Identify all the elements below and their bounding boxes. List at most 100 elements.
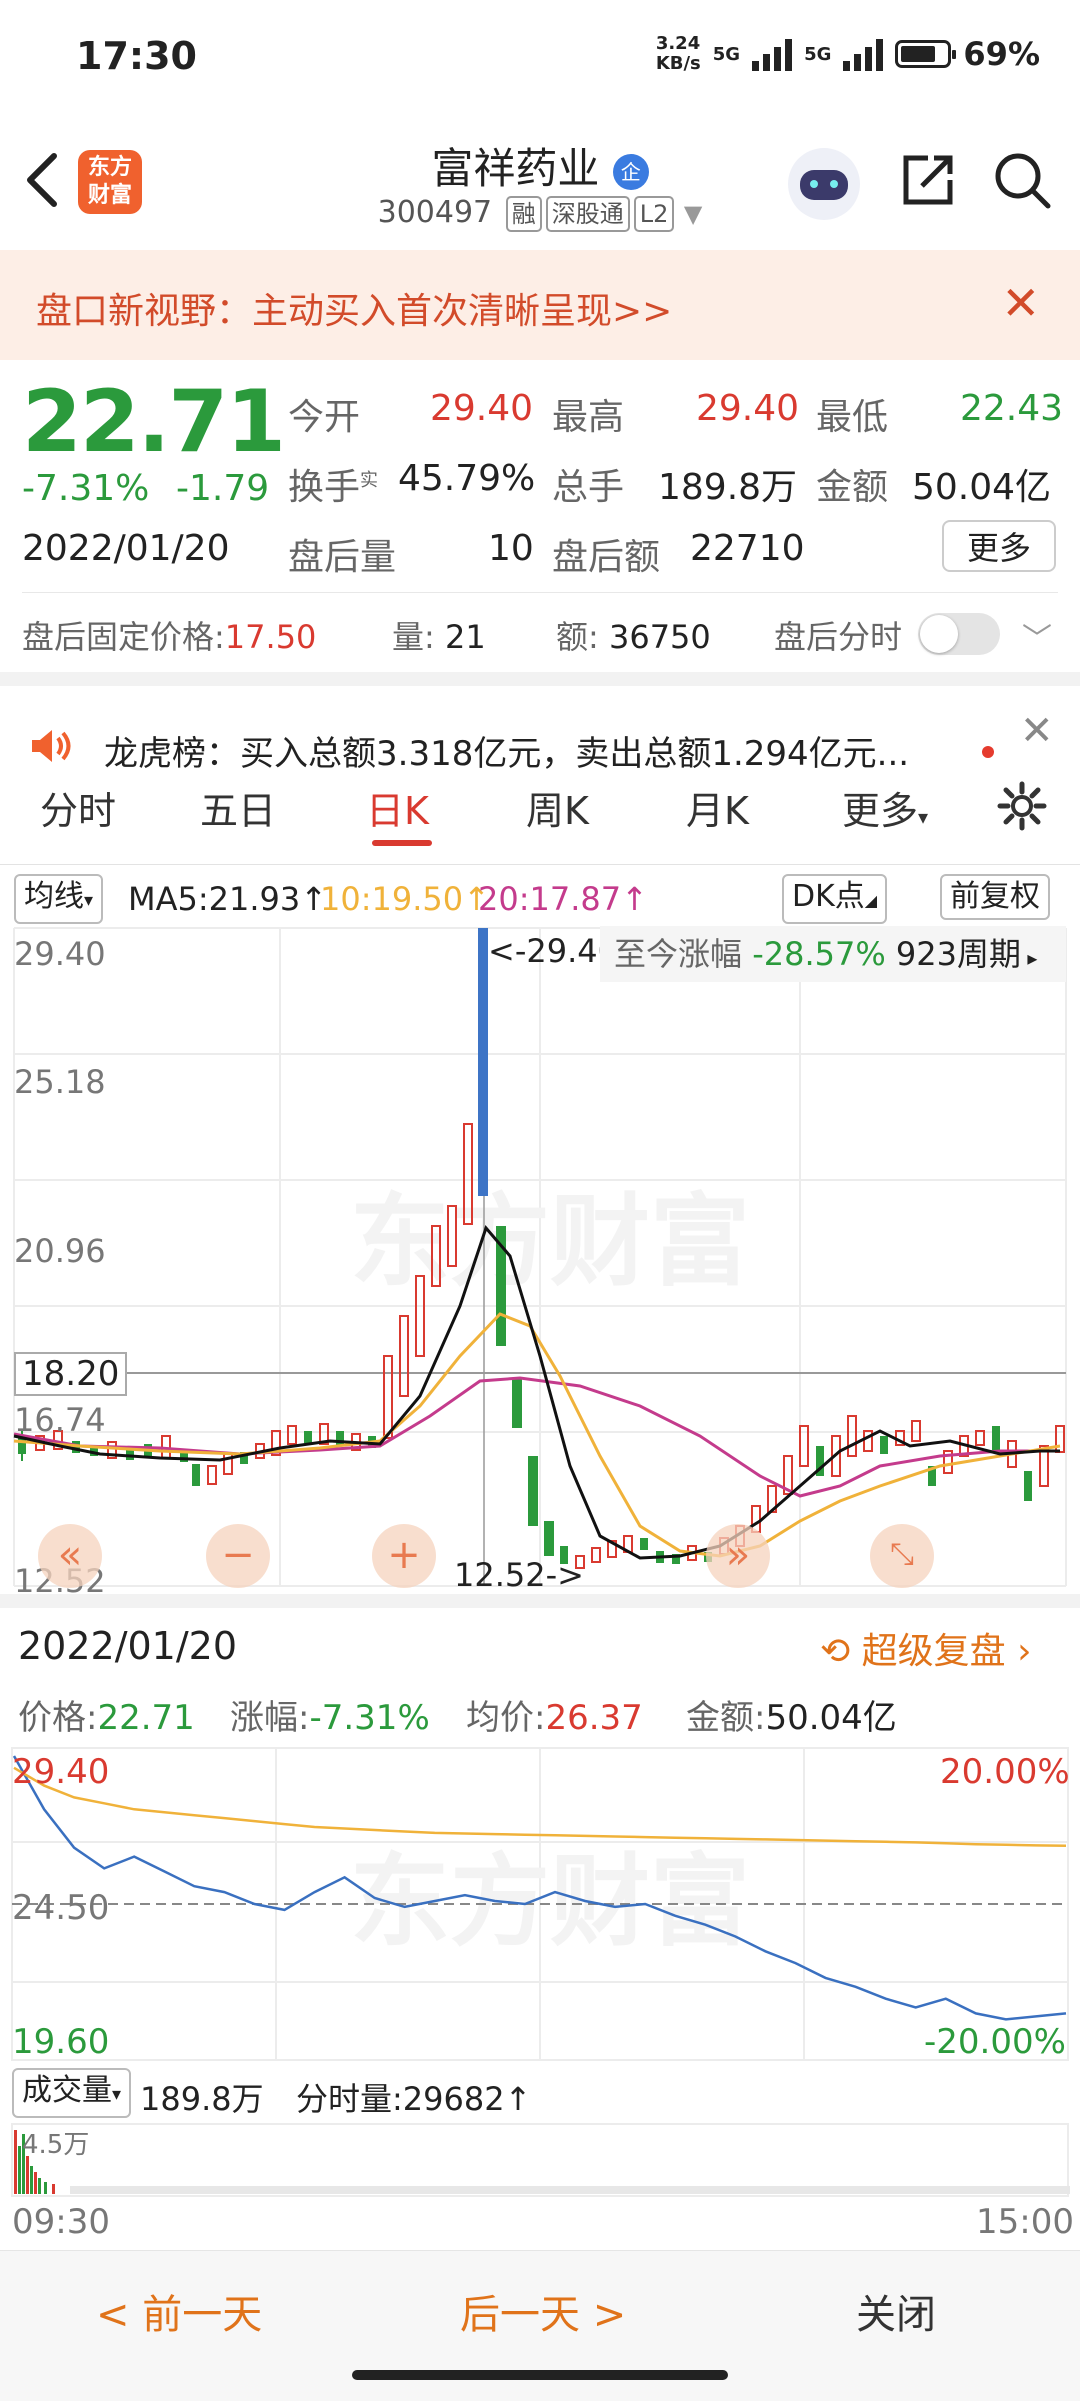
share-button[interactable] bbox=[898, 150, 958, 214]
after-qty: 量: 21 bbox=[392, 612, 486, 658]
ma-selector[interactable]: 均线▾ bbox=[14, 874, 104, 924]
after-volume-value: 10 bbox=[488, 528, 534, 569]
adjust-selector[interactable]: 前复权 bbox=[940, 874, 1050, 920]
after-timeshare-label: 盘后分时 bbox=[774, 618, 903, 656]
amount-value: 50.04亿 bbox=[912, 467, 1052, 508]
chart-tabs: 分时 五日 日K 周K 月K 更多▾ bbox=[0, 780, 1080, 860]
fixed-price-value: 17.50 bbox=[224, 618, 317, 656]
tab-more-label: 更多 bbox=[842, 789, 919, 833]
high-marker: <-29.40 bbox=[488, 932, 600, 970]
quote-date: 2022/01/20 bbox=[22, 528, 230, 569]
banner-close-icon[interactable]: ✕ bbox=[1001, 276, 1040, 330]
after-qty-label: 量: bbox=[392, 618, 435, 656]
battery-level: 69% bbox=[963, 35, 1040, 73]
intraday-chg: 涨幅:-7.31% bbox=[230, 1690, 430, 1739]
scroll-left-button[interactable]: « bbox=[38, 1524, 102, 1588]
kline-watermark: 东方财富 bbox=[350, 1183, 750, 1300]
high-value: 29.40 bbox=[696, 388, 800, 429]
search-icon bbox=[995, 153, 1051, 209]
robot-assistant-icon[interactable] bbox=[788, 148, 860, 220]
more-button[interactable]: 更多 bbox=[942, 520, 1056, 572]
after-amt-value: 36750 bbox=[608, 618, 711, 656]
turnover-sup: 实 bbox=[360, 470, 379, 491]
kline-chart[interactable]: 东方财富 bbox=[0, 926, 1080, 1590]
after-timeshare-toggle[interactable] bbox=[918, 613, 1000, 655]
y-label-2: 25.18 bbox=[14, 1063, 106, 1101]
since-label: 至今涨幅 bbox=[614, 935, 743, 973]
dk-selector[interactable]: DK点◢ bbox=[782, 874, 888, 924]
intraday-chg-value: -7.31% bbox=[309, 1698, 430, 1738]
intraday-price: 22.71 bbox=[97, 1698, 195, 1738]
scroll-right-button[interactable]: » bbox=[706, 1524, 770, 1588]
speaker-icon bbox=[32, 730, 71, 762]
tab-five-day[interactable]: 五日 bbox=[200, 780, 276, 835]
since-change-box[interactable]: 至今涨幅 -28.57% 923周期 ▸ bbox=[600, 926, 1066, 982]
promo-banner[interactable]: 盘口新视野：主动买入首次清晰呈现>> ✕ bbox=[0, 250, 1080, 360]
y-label-3: 20.96 bbox=[14, 1232, 106, 1270]
y-label-4: 16.74 bbox=[14, 1401, 106, 1439]
intraday-y-bot: 19.60 bbox=[12, 2022, 110, 2062]
tab-more[interactable]: 更多▾ bbox=[842, 780, 928, 835]
intraday-amt: 金额:50.04亿 bbox=[686, 1690, 897, 1739]
ma-selector-label: 均线 bbox=[24, 879, 84, 914]
open-value: 29.40 bbox=[430, 388, 534, 429]
after-hours-row: 盘后固定价格:17.50 bbox=[22, 612, 316, 658]
unread-dot bbox=[982, 746, 994, 758]
intraday-info-row: 价格:22.71 bbox=[18, 1690, 195, 1739]
volume-selector[interactable]: 成交量▾ bbox=[12, 2068, 132, 2118]
after-amount-value: 22710 bbox=[690, 528, 805, 569]
news-text: 龙虎榜：买入总额3.318亿元，卖出总额1.294亿元... bbox=[104, 734, 910, 774]
low-marker: 12.52-> bbox=[454, 1556, 584, 1594]
volume-total: 189.8万 bbox=[140, 2080, 264, 2118]
ma20-value: 20:17.87↑ bbox=[478, 880, 648, 918]
intraday-avg-label: 均价: bbox=[466, 1698, 546, 1738]
super-replay-link[interactable]: ⟲ 超级复盘 › bbox=[820, 1622, 1032, 1674]
tab-weekly-k[interactable]: 周K bbox=[526, 780, 589, 835]
signal-icon-2 bbox=[843, 37, 884, 71]
status-time: 17:30 bbox=[76, 34, 197, 78]
zoom-out-button[interactable]: − bbox=[206, 1524, 270, 1588]
intraday-pct-bot: -20.00% bbox=[924, 2022, 1066, 2062]
tab-daily-k[interactable]: 日K bbox=[366, 780, 429, 835]
volume-scale: 4.5万 bbox=[22, 2130, 90, 2160]
after-amt-label: 额: bbox=[556, 618, 599, 656]
news-close-icon[interactable]: ✕ bbox=[1020, 708, 1054, 754]
intraday-amt-label: 金额: bbox=[686, 1698, 766, 1738]
enterprise-badge: 企 bbox=[612, 153, 649, 190]
search-button[interactable] bbox=[992, 150, 1054, 216]
turnover-value: 45.79% bbox=[398, 458, 536, 499]
intraday-price-label: 价格: bbox=[18, 1698, 98, 1738]
fixed-price-label: 盘后固定价格: bbox=[22, 618, 225, 656]
turnover-label: 换手实 bbox=[288, 458, 378, 510]
expand-chart-button[interactable]: ⤡ bbox=[870, 1524, 934, 1588]
news-ticker[interactable]: 龙虎榜：买入总额3.318亿元，卖出总额1.294亿元... ✕ bbox=[0, 690, 1080, 774]
intraday-date: 2022/01/20 bbox=[18, 1624, 238, 1668]
next-day-button[interactable]: 后一天 > bbox=[460, 2282, 626, 2340]
super-replay-label: 超级复盘 bbox=[861, 1631, 1006, 1672]
volume-value: 189.8万 bbox=[658, 467, 798, 508]
intraday-amt-value: 50.04亿 bbox=[765, 1698, 897, 1738]
since-value: -28.57% bbox=[752, 935, 886, 973]
signal-label-1: 5G bbox=[712, 43, 741, 65]
low-label: 最低 bbox=[816, 397, 889, 438]
close-button[interactable]: 关闭 bbox=[856, 2282, 936, 2340]
prev-day-button[interactable]: < 前一天 bbox=[96, 2282, 262, 2340]
low-value: 22.43 bbox=[960, 388, 1064, 429]
dropdown-triangle-icon[interactable]: ▼ bbox=[684, 200, 702, 228]
after-amount-label: 盘后额 bbox=[552, 537, 661, 578]
crosshair-price-label: 18.20 bbox=[14, 1352, 128, 1396]
intraday-avg: 均价:26.37 bbox=[466, 1690, 643, 1739]
after-qty-value: 21 bbox=[444, 618, 486, 656]
banner-text: 盘口新视野：主动买入首次清晰呈现>> bbox=[36, 291, 673, 332]
zoom-in-button[interactable]: + bbox=[372, 1524, 436, 1588]
battery-icon bbox=[895, 40, 957, 68]
tab-intraday[interactable]: 分时 bbox=[40, 780, 116, 835]
expand-chevron-icon[interactable]: ﹀ bbox=[1022, 614, 1052, 658]
tab-monthly-k[interactable]: 月K bbox=[686, 780, 749, 835]
settings-gear-icon[interactable] bbox=[996, 780, 1048, 832]
change-percent: -7.31% bbox=[22, 468, 150, 509]
intraday-chart[interactable]: 东方财富 bbox=[0, 1746, 1080, 2062]
after-amt: 额: 36750 bbox=[556, 612, 711, 658]
y-label-1: 29.40 bbox=[14, 935, 106, 973]
signal-icon bbox=[752, 37, 793, 71]
